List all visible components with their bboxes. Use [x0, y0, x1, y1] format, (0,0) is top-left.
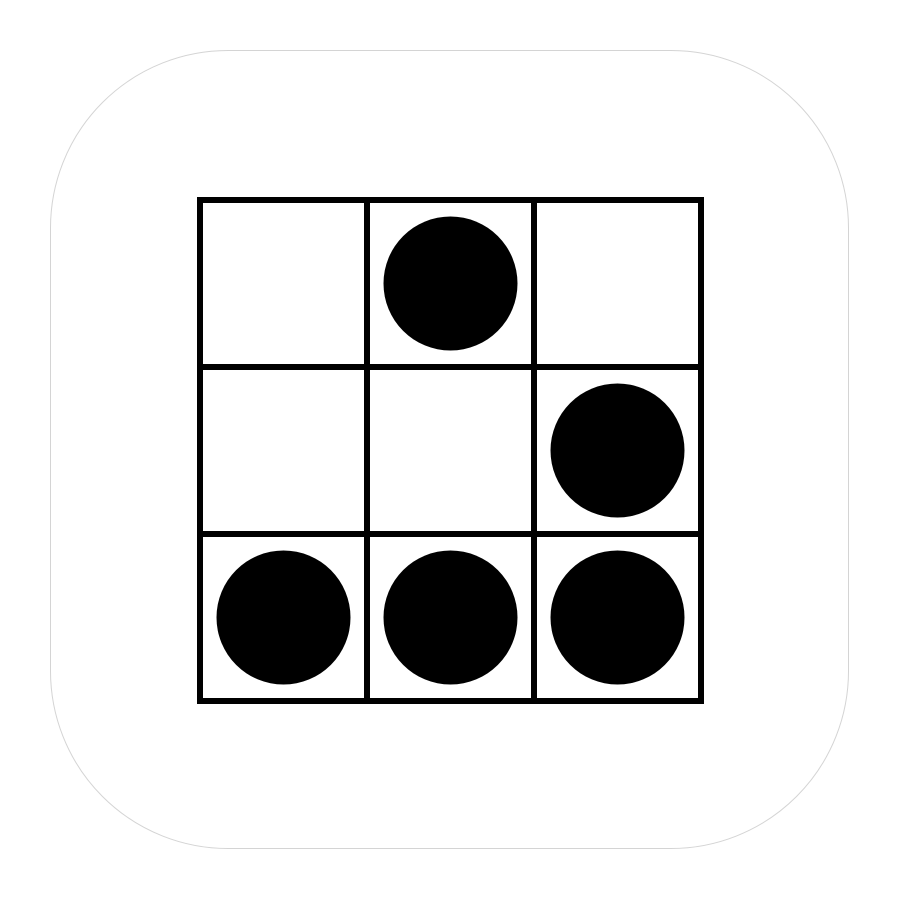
glider-dot-r3-c1: [216, 550, 351, 685]
glider-dot-r1-c2: [383, 216, 518, 351]
glider-dot-r3-c2: [383, 550, 518, 685]
grid-cell-r1-c3: [531, 197, 704, 370]
glider-dot-r2-c3: [550, 383, 685, 518]
grid-cell-r2-c2: [364, 364, 537, 537]
glider-icon: [197, 197, 704, 704]
grid-cell-r2-c1: [197, 364, 370, 537]
grid-cell-r1-c1: [197, 197, 370, 370]
glider-dot-r3-c3: [550, 550, 685, 685]
